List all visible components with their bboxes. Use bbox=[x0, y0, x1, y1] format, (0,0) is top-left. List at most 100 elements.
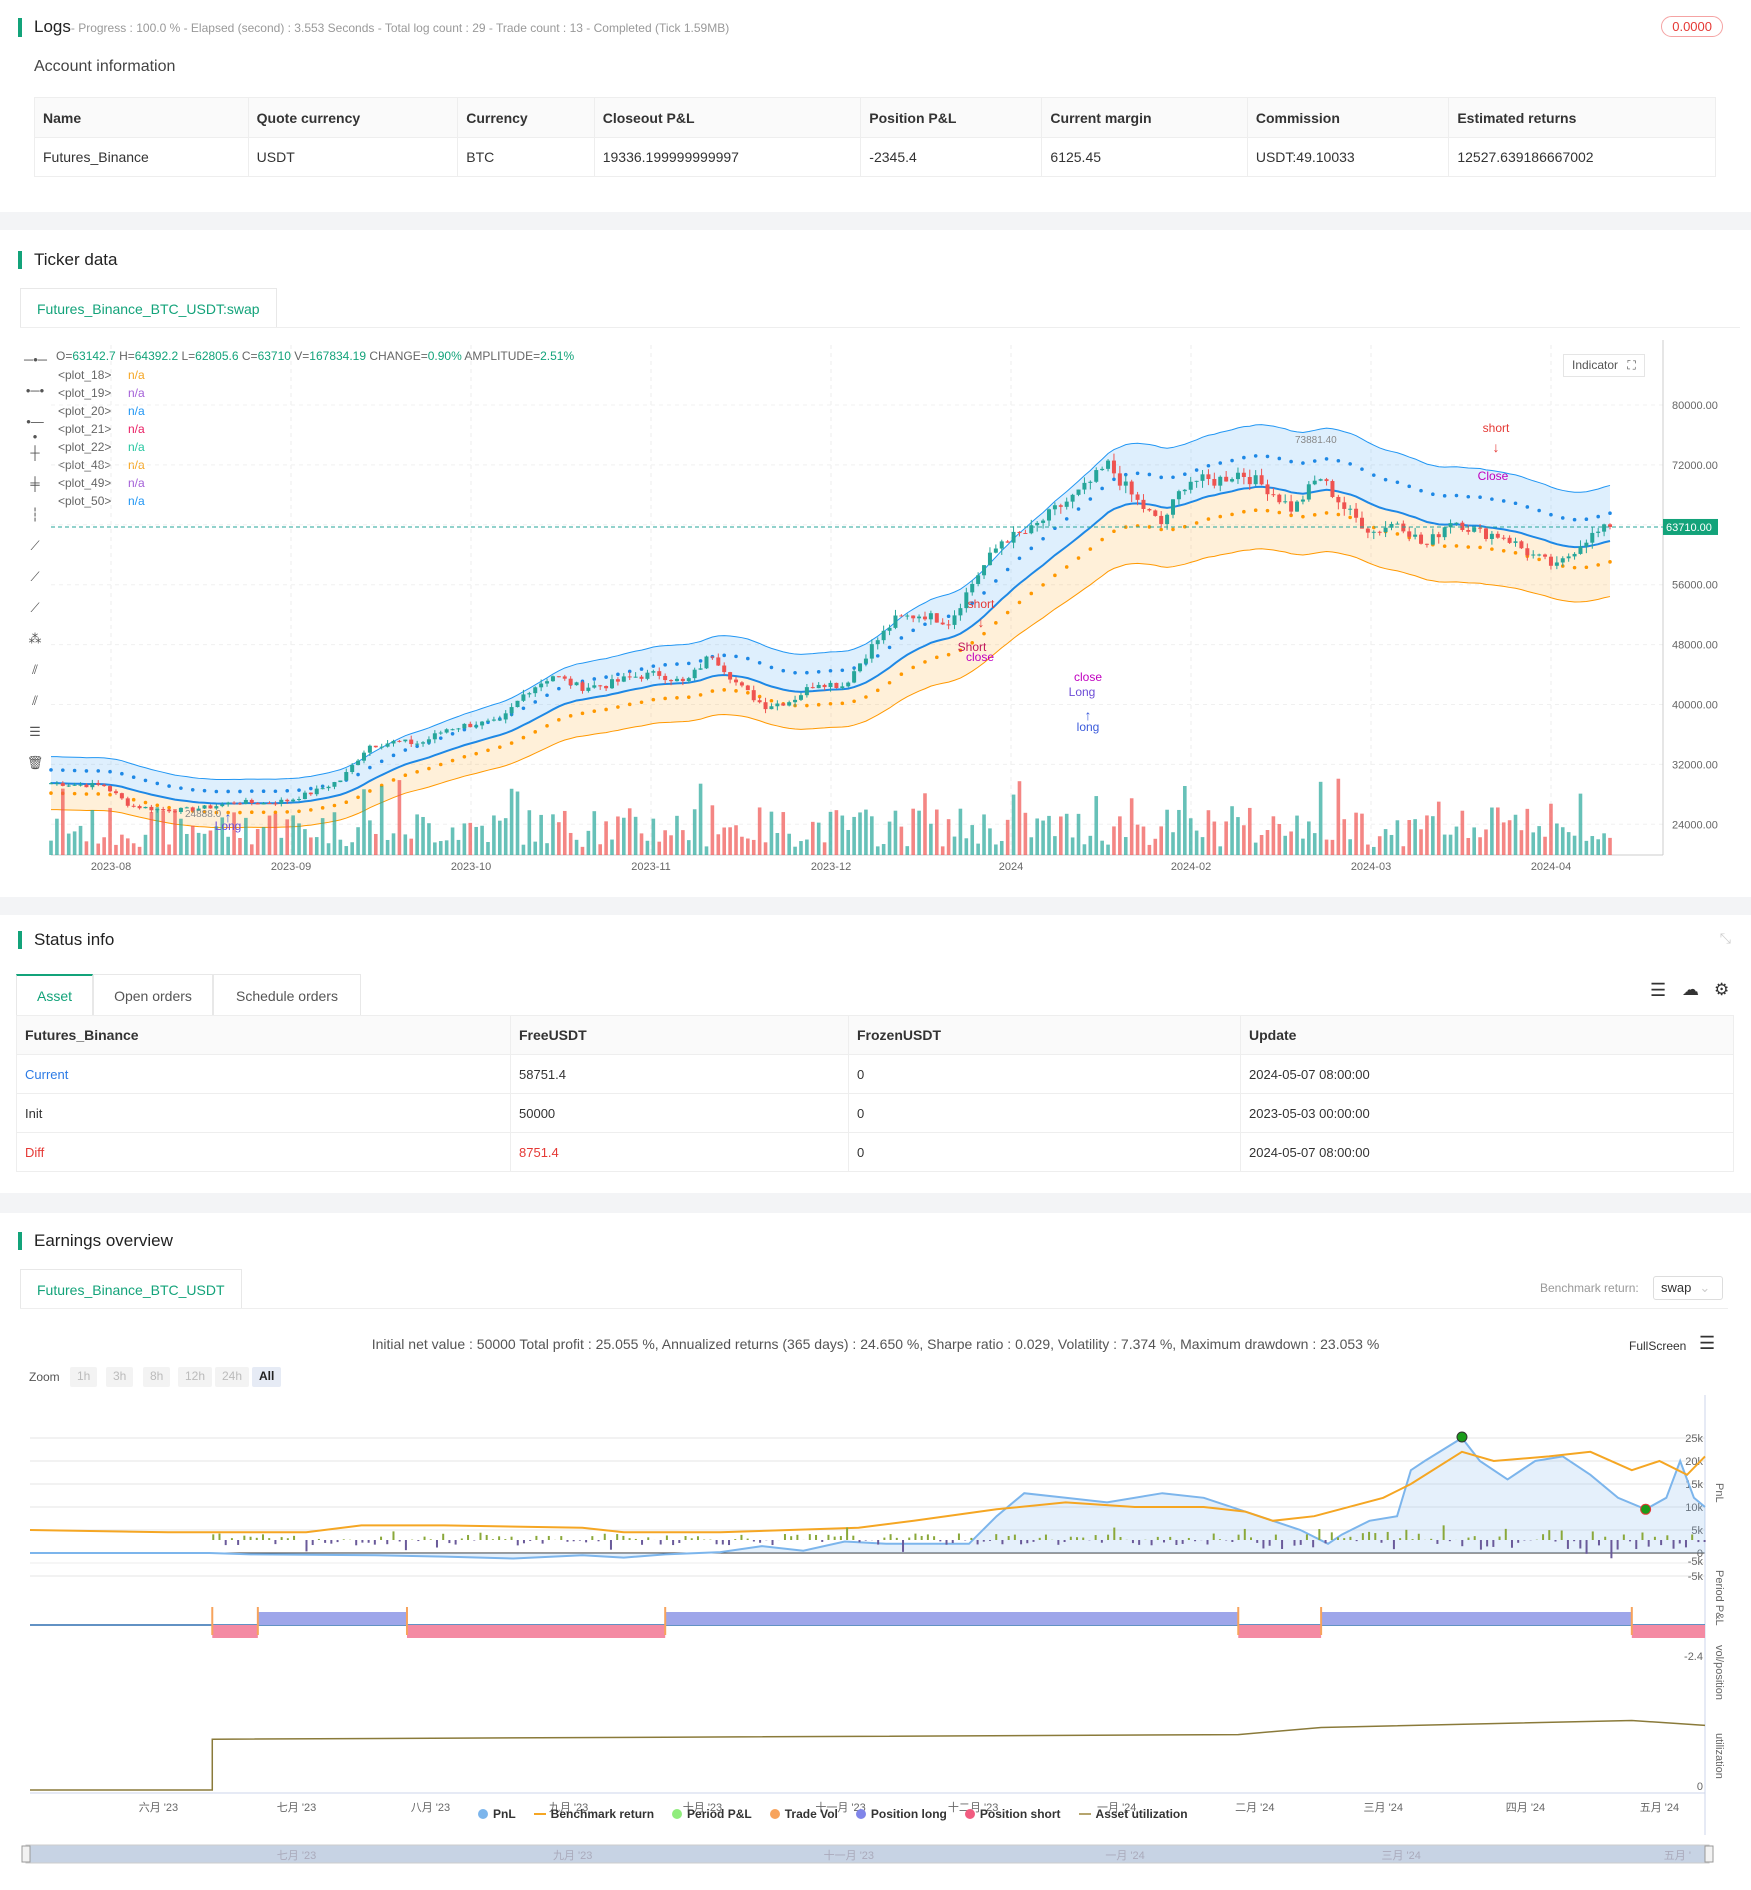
fullscreen-button[interactable]: FullScreen bbox=[1629, 1339, 1686, 1353]
volume-bar bbox=[1106, 844, 1110, 855]
period-pnl-bar bbox=[665, 1535, 668, 1540]
candle-body bbox=[1165, 514, 1170, 525]
candle-body bbox=[1141, 499, 1146, 509]
volume-bar bbox=[734, 825, 738, 855]
table-cell[interactable]: Current bbox=[16, 1054, 511, 1094]
volume-bar bbox=[1590, 836, 1595, 855]
period-pnl-bar bbox=[622, 1535, 625, 1540]
legend-item-trade-vol[interactable]: Trade Vol bbox=[769, 1807, 838, 1821]
zoom-24h-button[interactable]: 24h bbox=[215, 1367, 250, 1387]
volume-bar bbox=[96, 843, 101, 855]
volume-bar bbox=[409, 838, 414, 855]
volume-bar bbox=[551, 814, 555, 855]
candle-body bbox=[297, 799, 302, 801]
zoom-1h-button[interactable]: 1h bbox=[70, 1367, 98, 1387]
tab-open-orders[interactable]: Open orders bbox=[93, 974, 213, 1016]
volume-bar bbox=[740, 836, 744, 855]
account-info-title: Account information bbox=[34, 58, 176, 75]
volume-bar bbox=[1425, 815, 1429, 855]
legend-item-benchmark-return[interactable]: Benchmark return bbox=[533, 1807, 654, 1821]
volume-bar bbox=[686, 840, 691, 855]
table-cell: 6125.45 bbox=[1041, 137, 1248, 177]
candle-body bbox=[438, 732, 443, 734]
dotted-lower-point bbox=[604, 707, 608, 712]
dotted-upper-point bbox=[1289, 459, 1293, 464]
candle-body bbox=[485, 720, 490, 722]
benchmark-select[interactable]: swap ⌄ bbox=[1653, 1276, 1723, 1300]
zoom-12h-button[interactable]: 12h bbox=[178, 1367, 213, 1387]
settings-icon[interactable]: ⚙ bbox=[1714, 980, 1729, 1000]
legend-item-period-p-l[interactable]: Period P&L bbox=[672, 1807, 752, 1821]
collapse-icon[interactable]: ⤡ bbox=[1720, 930, 1731, 947]
dotted-upper-point bbox=[261, 789, 266, 794]
period-pnl-bar bbox=[392, 1531, 395, 1540]
period-pnl-bar bbox=[1063, 1540, 1066, 1543]
account-table: Name Quote currency Currency Closeout P&L Po… bbox=[34, 97, 1716, 177]
period-pnl-bar bbox=[883, 1537, 886, 1540]
period-pnl-bar bbox=[1206, 1540, 1209, 1545]
legend-item-position-long[interactable]: Position long bbox=[855, 1807, 947, 1821]
period-pnl-bar bbox=[1150, 1540, 1153, 1546]
volume-bar bbox=[368, 820, 372, 855]
period-pnl-bar bbox=[1672, 1540, 1675, 1549]
navigator-handle[interactable] bbox=[21, 1845, 31, 1863]
tab-schedule-orders[interactable]: Schedule orders bbox=[213, 974, 361, 1016]
volume-bar bbox=[1177, 809, 1181, 855]
trade-annotation: Close bbox=[1478, 469, 1509, 483]
price-chart[interactable]: 80000.0072000.0064000.0056000.0048000.00… bbox=[0, 340, 1751, 890]
legend-item-position-short[interactable]: Position short bbox=[964, 1807, 1061, 1821]
volume-bar bbox=[1088, 835, 1093, 855]
zoom-8h-button[interactable]: 8h bbox=[143, 1367, 171, 1387]
candle-body bbox=[887, 627, 892, 631]
menu-icon[interactable]: ☰ bbox=[1699, 1333, 1715, 1354]
period-pnl-bar bbox=[672, 1540, 675, 1546]
dotted-lower-point bbox=[934, 655, 939, 660]
period-pnl-bar bbox=[1243, 1528, 1246, 1540]
volume-bar bbox=[273, 813, 278, 855]
dotted-upper-point bbox=[108, 769, 112, 774]
dotted-upper-point bbox=[946, 614, 951, 619]
period-pnl-bar bbox=[647, 1537, 650, 1540]
dotted-lower-point bbox=[1501, 548, 1506, 553]
list-icon[interactable]: ☰ bbox=[1650, 980, 1666, 1001]
candle-body bbox=[1324, 479, 1329, 482]
period-pnl-bar bbox=[1119, 1537, 1122, 1540]
cloud-upload-icon[interactable]: ☁ bbox=[1682, 980, 1699, 1000]
period-pnl-bar bbox=[1262, 1540, 1265, 1549]
tab-ticker-symbol[interactable]: Futures_Binance_BTC_USDT:swap bbox=[20, 288, 277, 328]
volume-bar bbox=[946, 819, 951, 855]
volume-bar bbox=[657, 841, 662, 855]
navigator-handle[interactable] bbox=[1704, 1845, 1714, 1863]
tab-earnings-symbol[interactable]: Futures_Binance_BTC_USDT bbox=[20, 1269, 242, 1309]
period-pnl-bar bbox=[889, 1534, 892, 1540]
dotted-lower-point bbox=[368, 789, 372, 793]
price-tick-label: 72000.00 bbox=[1672, 460, 1718, 472]
candle-body bbox=[1147, 508, 1152, 511]
candle-body bbox=[237, 803, 242, 805]
legend-label: Position short bbox=[979, 1807, 1061, 1821]
zoom-all-button[interactable]: All bbox=[252, 1367, 282, 1387]
legend-item-asset-utilization[interactable]: Asset utilization bbox=[1078, 1807, 1188, 1821]
zoom-3h-button[interactable]: 3h bbox=[106, 1367, 134, 1387]
candle-body bbox=[344, 772, 349, 781]
dotted-upper-point bbox=[805, 670, 809, 675]
table-cell: 2024-05-07 08:00:00 bbox=[1240, 1054, 1734, 1094]
period-pnl-bar bbox=[1212, 1533, 1215, 1540]
position-short-bar bbox=[1238, 1625, 1322, 1638]
candle-body bbox=[521, 694, 526, 701]
candle-body bbox=[657, 671, 662, 676]
tab-asset[interactable]: Asset bbox=[16, 974, 93, 1016]
legend-marker-icon bbox=[769, 1809, 780, 1819]
volume-bar bbox=[1059, 816, 1063, 855]
period-pnl-bar bbox=[957, 1533, 960, 1540]
volume-bar bbox=[486, 842, 490, 855]
dotted-upper-point bbox=[309, 786, 313, 791]
table-cell: USDT:49.10033 bbox=[1246, 137, 1450, 177]
volume-bar bbox=[810, 821, 815, 855]
period-pnl-bar bbox=[752, 1540, 755, 1542]
legend-item-pnl[interactable]: PnL bbox=[478, 1807, 516, 1821]
volume-bar bbox=[1271, 816, 1276, 855]
period-pnl-bar bbox=[1542, 1534, 1545, 1540]
candle-body bbox=[1265, 484, 1270, 495]
price-tick-label: 32000.00 bbox=[1672, 759, 1718, 771]
